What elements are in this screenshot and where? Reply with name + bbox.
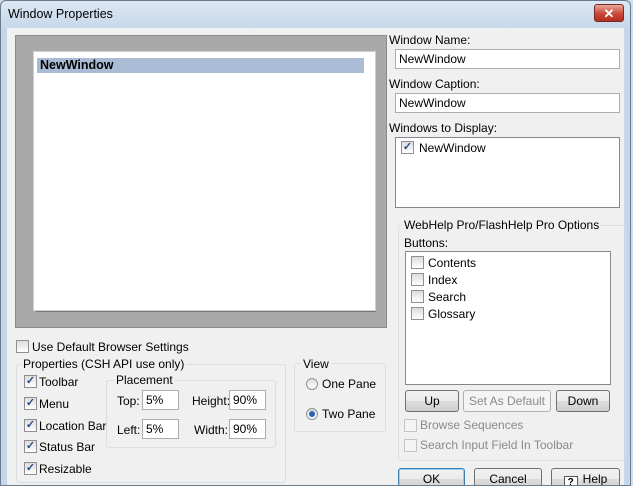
buttons-label: Buttons: <box>404 236 449 250</box>
view-group <box>294 363 386 432</box>
browse-sequences-checkbox[interactable] <box>404 419 417 432</box>
newwindow-checkbox[interactable]: ✓ <box>401 141 414 154</box>
down-button[interactable]: Down <box>556 390 610 412</box>
search-input-field-checkbox[interactable] <box>404 439 417 452</box>
top-field[interactable]: 5% <box>142 390 179 410</box>
webhelp-buttons-list[interactable]: Contents Index Search Glossary <box>405 251 611 385</box>
contents-checkbox[interactable] <box>411 256 424 269</box>
set-as-default-button[interactable]: Set As Default <box>463 390 551 412</box>
toolbar-label[interactable]: Toolbar <box>39 375 78 389</box>
two-pane-radio[interactable] <box>306 408 318 420</box>
location-bar-checkbox[interactable]: ✓ <box>24 419 37 432</box>
list-item[interactable]: Contents <box>428 256 476 270</box>
height-field[interactable]: 90% <box>229 390 266 410</box>
window-name-label: Window Name: <box>389 33 471 47</box>
one-pane-radio[interactable] <box>306 378 318 390</box>
help-button-label: Help <box>582 472 608 486</box>
list-item[interactable]: Glossary <box>428 307 475 321</box>
dialog-title: Window Properties <box>8 7 113 21</box>
list-item[interactable]: Search <box>428 290 466 304</box>
list-item[interactable]: NewWindow <box>419 141 486 155</box>
glossary-checkbox[interactable] <box>411 307 424 320</box>
left-field[interactable]: 5% <box>142 419 179 439</box>
location-bar-label[interactable]: Location Bar <box>39 419 106 433</box>
close-button[interactable]: ✕ <box>594 4 624 22</box>
cancel-button[interactable]: Cancel <box>474 468 542 485</box>
ok-button[interactable]: OK <box>398 468 465 485</box>
menu-checkbox[interactable]: ✓ <box>24 397 37 410</box>
resizable-checkbox[interactable]: ✓ <box>24 462 37 475</box>
dialog-body: NewWindow Window Name: NewWindow Window … <box>7 28 626 486</box>
up-button[interactable]: Up <box>405 390 459 412</box>
width-label: Width: <box>194 423 229 437</box>
one-pane-label[interactable]: One Pane <box>322 377 376 391</box>
status-bar-checkbox[interactable]: ✓ <box>24 440 37 453</box>
left-label: Left: <box>117 423 141 437</box>
browse-sequences-label[interactable]: Browse Sequences <box>420 418 523 432</box>
window-name-field[interactable]: NewWindow <box>395 49 620 69</box>
preview-title-bar: NewWindow <box>37 58 364 73</box>
placement-group-title: Placement <box>114 373 175 387</box>
window-caption-label: Window Caption: <box>389 77 480 91</box>
list-item[interactable]: Index <box>428 273 457 287</box>
window-preview: NewWindow <box>15 35 387 328</box>
window-caption-field[interactable]: NewWindow <box>395 93 620 113</box>
index-checkbox[interactable] <box>411 273 424 286</box>
close-icon: ✕ <box>603 6 615 21</box>
use-default-browser-checkbox[interactable] <box>16 340 29 353</box>
windows-to-display-list[interactable]: ✓ NewWindow <box>395 137 620 208</box>
view-group-title: View <box>301 357 331 371</box>
top-label: Top: <box>117 394 140 408</box>
help-icon: ? <box>563 476 578 485</box>
width-field[interactable]: 90% <box>229 419 266 439</box>
webhelp-options-title: WebHelp Pro/FlashHelp Pro Options <box>402 218 602 232</box>
windows-to-display-label: Windows to Display: <box>389 121 498 135</box>
use-default-browser-label[interactable]: Use Default Browser Settings <box>32 340 189 354</box>
title-bar[interactable]: Window Properties ✕ <box>1 1 630 28</box>
height-label: Height: <box>192 394 231 408</box>
search-input-field-label[interactable]: Search Input Field In Toolbar <box>420 438 573 452</box>
status-bar-label[interactable]: Status Bar <box>39 440 95 454</box>
properties-group-title: Properties (CSH API use only) <box>21 357 187 371</box>
preview-window: NewWindow <box>33 51 376 311</box>
search-checkbox[interactable] <box>411 290 424 303</box>
toolbar-checkbox[interactable]: ✓ <box>24 375 37 388</box>
menu-label[interactable]: Menu <box>39 397 69 411</box>
resizable-label[interactable]: Resizable <box>39 462 92 476</box>
window-properties-dialog: Window Properties ✕ NewWindow Window Nam… <box>0 0 631 486</box>
help-button[interactable]: ? Help <box>551 468 620 486</box>
two-pane-label[interactable]: Two Pane <box>322 407 375 421</box>
